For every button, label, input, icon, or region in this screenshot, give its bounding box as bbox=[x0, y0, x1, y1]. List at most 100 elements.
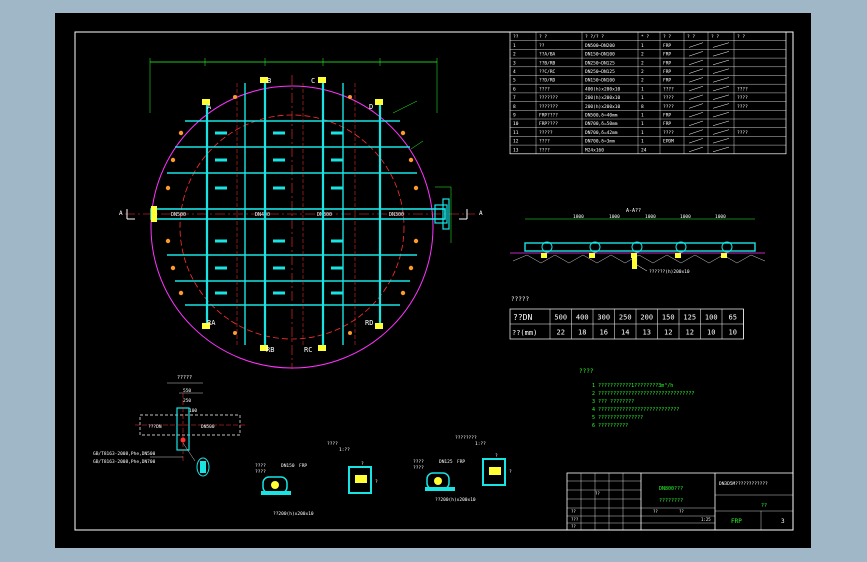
parts-header-5: ? ? bbox=[687, 34, 695, 40]
parts-cell: FRP bbox=[663, 60, 671, 66]
thickness-value: 13 bbox=[643, 329, 651, 337]
branch-dim-1: 550 bbox=[183, 388, 191, 394]
cad-drawing: DN500 DN400 DN300 DN300 A B C D RA RB RC… bbox=[74, 31, 794, 531]
parts-cell: ???? bbox=[663, 95, 674, 101]
branch-label-2: DN500 bbox=[201, 424, 215, 430]
tb-label-3: ?? bbox=[571, 524, 576, 529]
parts-cell: DN700,δ=3mm bbox=[585, 139, 615, 145]
branch-label-rb: RB bbox=[266, 346, 274, 354]
pipe-label-3: DN300 bbox=[317, 212, 332, 218]
notes-block: ???? 1 ???????????1????????3m³/h 2 ??????… bbox=[579, 368, 694, 429]
parts-cell: 3 bbox=[513, 60, 516, 66]
parts-header-3: * ? bbox=[641, 34, 649, 40]
detail-4-title: ???????? bbox=[455, 435, 477, 441]
pipe-label-2: DN400 bbox=[255, 212, 270, 218]
parts-cell: 4 bbox=[513, 69, 516, 75]
section-mark-right: A bbox=[479, 210, 483, 217]
parts-cell: 2 bbox=[641, 52, 644, 58]
parts-cell: 200(h)x200x10 bbox=[585, 104, 621, 110]
detail-1-label-a: ???? bbox=[255, 463, 266, 469]
branch-label-a: A bbox=[207, 103, 212, 111]
thickness-value: 18 bbox=[578, 329, 586, 337]
detail-2-label-a: ? bbox=[361, 461, 364, 467]
branch-label-ra: RA bbox=[207, 319, 216, 327]
parts-cell: 1 bbox=[641, 113, 644, 119]
detail-1-label-d: ???? bbox=[255, 469, 266, 475]
parts-cell: 2 bbox=[641, 60, 644, 66]
detail-1-label-c: FRP bbox=[299, 463, 307, 469]
parts-cell: FRP???? bbox=[539, 121, 558, 127]
parts-header-0: ?? bbox=[513, 34, 519, 40]
parts-cell: 8 bbox=[513, 104, 516, 110]
parts-cell: FRP bbox=[663, 78, 671, 84]
parts-cell: DN500~DN200 bbox=[585, 43, 615, 49]
detail-2-label-b: ? bbox=[375, 479, 378, 485]
section-dim-3: 1000 bbox=[645, 214, 656, 220]
tb-label-1: ?? bbox=[571, 509, 576, 514]
tb-label-4: ?? bbox=[595, 491, 600, 496]
parts-cell: EPDM bbox=[663, 139, 674, 145]
parts-cell: FRP???? bbox=[539, 113, 558, 119]
detail-branch: ????? 550 250 100 ???DN DN500 GB/T8163-2… bbox=[93, 375, 245, 477]
detail-1-callout: ??200(h)x200x10 bbox=[273, 511, 314, 517]
parts-header-4: ? ? bbox=[663, 34, 671, 40]
detail-1-label-b: DN150 bbox=[281, 463, 295, 469]
parts-cell: ???? bbox=[539, 86, 550, 92]
parts-cell: DN250~DN125 bbox=[585, 69, 615, 75]
tb-scale: 1:25 bbox=[701, 517, 711, 522]
note-line: 2 ???????????????????????????????? bbox=[592, 391, 694, 397]
parts-cell: 200(h)x200x10 bbox=[585, 95, 621, 101]
parts-cell: M24x160 bbox=[585, 147, 604, 153]
parts-cell: 7 bbox=[513, 95, 516, 101]
note-line: 1 ???????????1????????3m³/h bbox=[592, 383, 673, 389]
notes-title: ???? bbox=[579, 368, 594, 375]
tb-drawing-no: DN800??? bbox=[659, 486, 683, 492]
branch-label-rd: RD bbox=[365, 319, 373, 327]
parts-cell: 2 bbox=[641, 78, 644, 84]
thickness-value: 14 bbox=[621, 329, 629, 337]
thickness-value: 12 bbox=[686, 329, 694, 337]
section-dim-4: 1000 bbox=[680, 214, 691, 220]
parts-cell: ??B/RB bbox=[539, 60, 556, 66]
thickness-table-title: ????? bbox=[511, 296, 529, 303]
detail-3-label-d: ???? bbox=[413, 465, 424, 471]
pipe-label-1: DN500 bbox=[171, 212, 186, 218]
thickness-dn: 65 bbox=[729, 314, 737, 322]
thickness-dn: 400 bbox=[576, 314, 589, 322]
parts-cell: 8 bbox=[641, 104, 644, 110]
parts-cell: 12 bbox=[513, 139, 519, 145]
parts-header-2: ? ?/? ? bbox=[585, 34, 604, 40]
parts-cell: FRP bbox=[663, 43, 671, 49]
parts-header-1: ? ? bbox=[539, 34, 547, 40]
detail-1: ???? DN150 FRP ???? ??200(h)x200x10 bbox=[255, 463, 314, 517]
section-dim-5: 1000 bbox=[715, 214, 726, 220]
parts-cell: ??????? bbox=[539, 104, 558, 110]
branch-label-1: ???DN bbox=[148, 424, 162, 430]
drawing-canvas: DN500 DN400 DN300 DN300 A B C D RA RB RC… bbox=[55, 13, 811, 548]
parts-cell: ???? bbox=[737, 104, 748, 110]
parts-cell: ???? bbox=[539, 139, 550, 145]
parts-cell: ??A/BA bbox=[539, 52, 556, 58]
parts-cell: 1 bbox=[641, 86, 644, 92]
parts-cell: ???? bbox=[663, 130, 674, 136]
section-dim-2: 1000 bbox=[609, 214, 620, 220]
parts-cell: 2 bbox=[641, 69, 644, 75]
parts-cell: ???? bbox=[737, 86, 748, 92]
tb-sheet: 3 bbox=[781, 518, 785, 525]
branch-label-b: B bbox=[267, 77, 271, 85]
parts-cell: ???? bbox=[663, 86, 674, 92]
parts-cell: ??????? bbox=[539, 95, 558, 101]
thickness-dn: 100 bbox=[705, 314, 718, 322]
parts-cell: 1 bbox=[641, 121, 644, 127]
parts-cell: ???? bbox=[663, 104, 674, 110]
detail-2: ???? 1:?? ? ? bbox=[327, 441, 378, 494]
thickness-dn: 150 bbox=[662, 314, 675, 322]
parts-cell: DN150~DN100 bbox=[585, 52, 615, 58]
section-header-pipe bbox=[524, 242, 756, 252]
thickness-value: 22 bbox=[557, 329, 565, 337]
detail-4-label-a: ? bbox=[495, 453, 498, 459]
parts-cell: ?? bbox=[539, 43, 545, 49]
thickness-dn: 300 bbox=[597, 314, 610, 322]
tb-label-6: ?? bbox=[679, 509, 684, 514]
parts-cell: 11 bbox=[513, 130, 519, 136]
